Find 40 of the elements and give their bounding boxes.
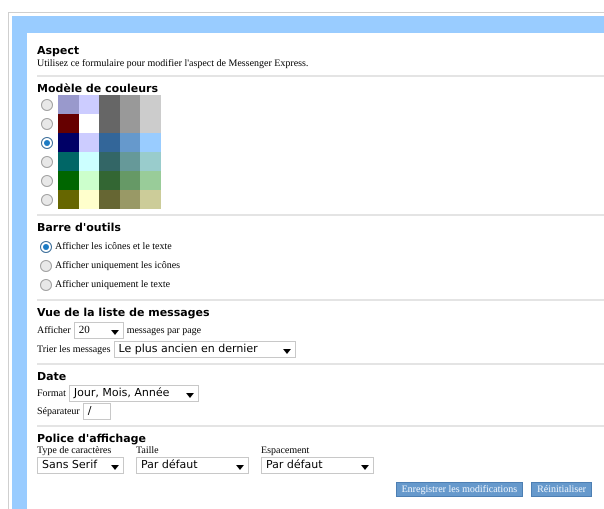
caret-icon — [361, 464, 369, 470]
radio-button[interactable] — [40, 278, 52, 290]
radio-label: Afficher les icônes et le texte — [55, 240, 172, 254]
font-select[interactable]: Sans Serif — [37, 457, 124, 474]
caret-icon — [110, 330, 119, 334]
font-select[interactable]: Par défaut — [261, 457, 374, 474]
caret-icon — [111, 464, 119, 470]
field-label: Espacement — [261, 445, 310, 457]
radio-button[interactable] — [41, 194, 53, 206]
font-select[interactable]: Par défaut — [136, 457, 249, 474]
field-label: Afficher — [37, 324, 71, 338]
radio-button[interactable] — [41, 136, 53, 148]
field-label: Type de caractères — [37, 445, 112, 457]
separator-field[interactable]: / — [82, 403, 111, 420]
field-label: Trier les messages — [37, 343, 111, 357]
section-heading: Police d'affichage — [37, 432, 148, 445]
page-size-select[interactable]: 20 — [74, 322, 124, 339]
caret-icon — [236, 464, 244, 470]
radio-button[interactable] — [41, 98, 53, 110]
description: Utilisez ce formulaire pour modifier l'aspect de Messenger Express. — [37, 57, 310, 70]
field-label: Taille — [136, 445, 160, 457]
radio-button[interactable] — [40, 240, 52, 252]
sort-select[interactable]: Le plus ancien en dernier — [114, 341, 296, 358]
date-format-select[interactable]: Jour, Mois, Année — [68, 385, 199, 402]
radio-button[interactable] — [41, 118, 53, 130]
field-label: Séparateur — [37, 405, 80, 419]
radio-button[interactable] — [41, 174, 53, 186]
radio-label: Afficher uniquement les icônes — [55, 259, 180, 273]
caret-icon — [186, 392, 194, 398]
caret-icon — [282, 348, 291, 354]
radio-button[interactable] — [41, 156, 53, 168]
section-heading: Vue de la liste de messages — [37, 306, 211, 319]
field-label: Format — [37, 387, 66, 401]
section-heading: Aspect — [37, 44, 80, 57]
section-heading: Date — [37, 370, 68, 383]
field-label: messages par page — [126, 324, 202, 338]
section-heading: Barre d'outils — [37, 221, 122, 234]
radio-label: Afficher uniquement le texte — [55, 278, 170, 292]
section-heading: Modèle de couleurs — [37, 82, 160, 95]
radio-button[interactable] — [40, 260, 52, 272]
